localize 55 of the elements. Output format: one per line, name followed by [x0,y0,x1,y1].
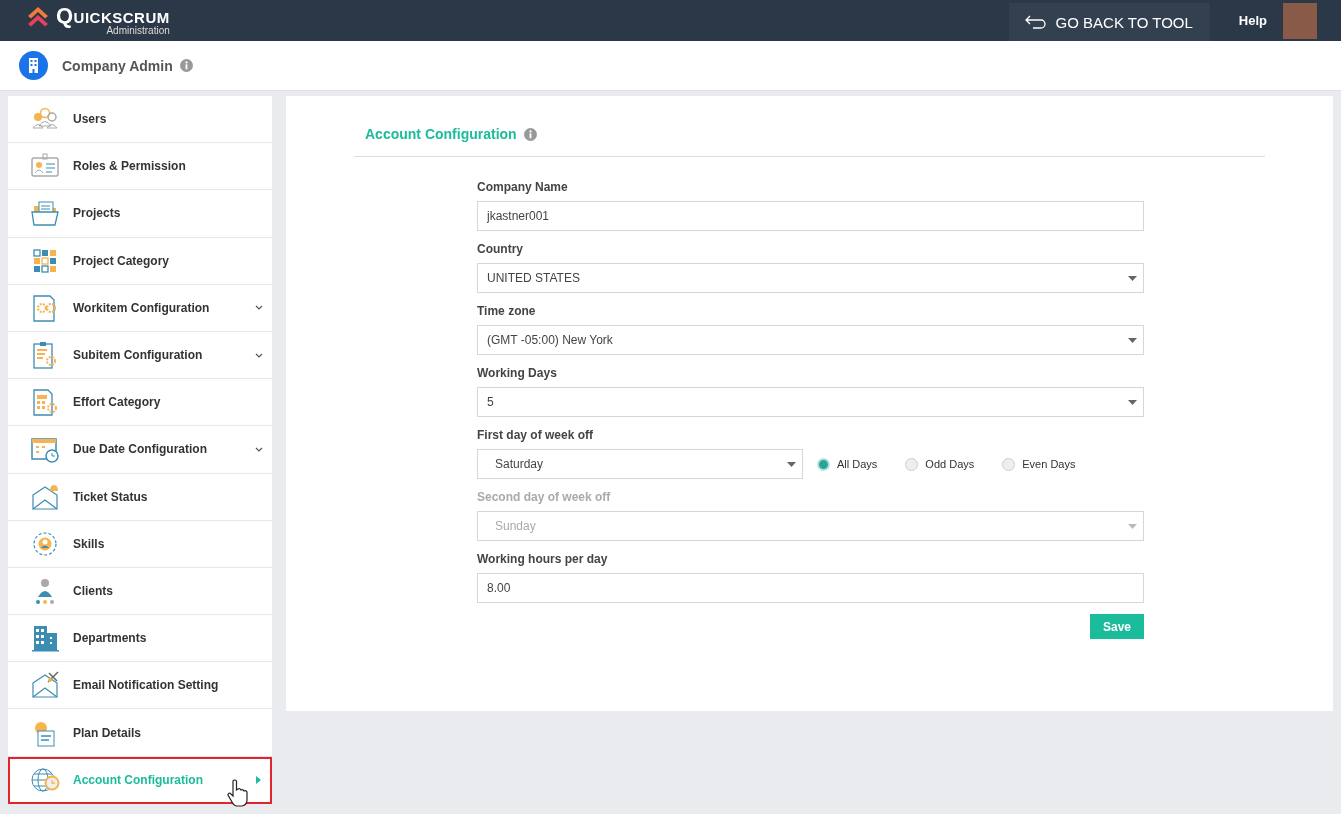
sidebar-item[interactable]: Projects [8,190,272,238]
field-label: Working hours per day [477,552,609,566]
sidebar-item[interactable]: Departments [8,615,272,663]
building-badge-icon [19,51,48,80]
radio-button[interactable] [817,457,830,471]
field-label: Time zone [477,304,537,318]
radio-label: Odd Days [925,458,975,470]
calculator-gear-icon [30,387,60,418]
field-label: First day of week off [477,428,595,442]
sidebar-item[interactable]: Clients [8,567,272,616]
field-label: Working Days [477,366,558,380]
field-label: Country [477,242,524,256]
info-icon [179,59,193,72]
dropdown-caret-icon [1128,399,1137,405]
envelope-tools-icon [30,670,60,701]
text-field[interactable]: jkastner001 [477,201,1144,231]
sidebar-item[interactable]: Users [8,96,272,144]
radio-label: Even Days [1022,458,1076,470]
folder-icon [30,198,60,229]
sidebar-item[interactable]: Effort Category [8,379,272,427]
sidebar-item[interactable]: Due Date Configuration [8,426,272,474]
dropdown-caret-icon [1128,337,1137,343]
sidebar-item[interactable]: Plan Details [8,709,272,757]
text-field[interactable]: 8.00 [477,573,1144,603]
radio-button[interactable] [1002,457,1016,471]
dropdown-caret-icon [1128,523,1137,529]
chevrons-logo-icon [26,5,50,27]
dropdown-caret-icon [787,461,796,467]
dropdown-caret-icon [1128,275,1137,281]
sidebar-item[interactable]: Project Category [8,237,272,285]
page-title: Company Admin [62,57,173,74]
logo-text: Quickscrum [56,5,170,27]
return-arrow-icon [1024,15,1047,29]
sidebar-item[interactable]: Subitem Configuration [8,331,272,380]
radio-button[interactable] [905,457,919,471]
field-label: Second day of week off [477,490,612,504]
info-icon [523,127,537,141]
avatar-placeholder[interactable] [1283,2,1317,39]
caret-right-icon [256,776,261,785]
dropdown[interactable]: Saturday [477,449,803,479]
radio-label: All Days [837,458,878,470]
sidebar-item[interactable]: Workitem Configuration [8,284,272,332]
sidebar-item[interactable]: Roles & Permission [8,143,272,191]
field-label: Company Name [477,180,569,194]
dropdown[interactable]: 5 [477,387,1144,417]
dropdown[interactable]: UNITED STATES [477,263,1144,293]
dropdown[interactable]: (GMT -05:00) New York [477,325,1144,355]
go-back-button[interactable]: GO BACK TO TOOL [1008,3,1210,41]
logo-subtitle: Administration [106,26,170,36]
sidebar-item[interactable]: Ticket Status [8,473,272,521]
sidebar-item[interactable]: Skills [8,520,272,568]
building-icon [30,623,60,654]
section-title: Account Configuration [365,126,517,142]
sidebar-item[interactable]: Email Notification Setting [8,662,272,710]
help-link[interactable]: Help [1238,13,1267,28]
